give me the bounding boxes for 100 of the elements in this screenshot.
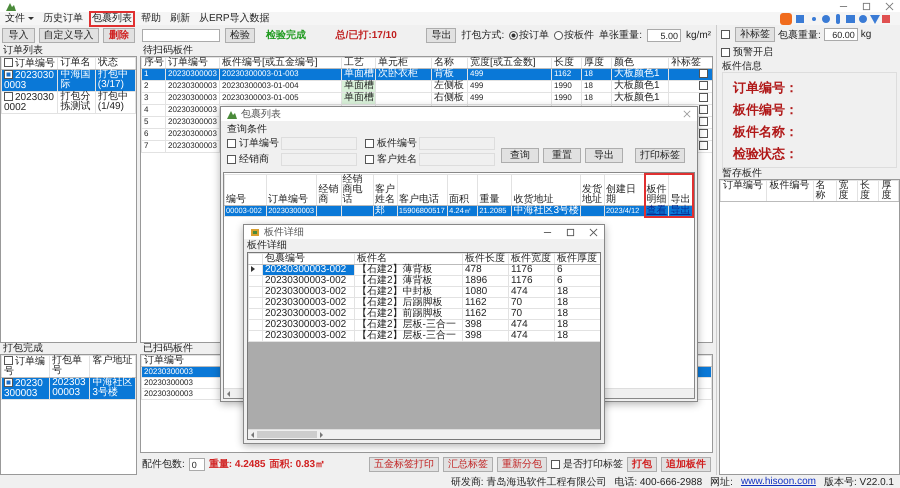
column-header[interactable]: 订单编号 — [266, 174, 317, 205]
maximize-icon[interactable] — [566, 228, 575, 236]
checkbox[interactable] — [699, 129, 708, 138]
section-title: 暂存板件 — [721, 168, 763, 179]
column-header[interactable]: 创建日期 — [604, 174, 645, 205]
checkbox[interactable] — [699, 117, 708, 126]
maximize-icon[interactable] — [862, 2, 871, 10]
query-button[interactable]: 重置 — [543, 148, 581, 163]
column-header[interactable]: 工艺 — [342, 58, 376, 68]
toolbar-button[interactable]: 自定义导入 — [38, 28, 98, 42]
column-header[interactable]: 编号 — [224, 174, 267, 205]
checkbox[interactable] — [4, 70, 13, 79]
supplement-label-button[interactable]: 补标签 — [735, 27, 775, 42]
column-header[interactable]: 订单编号 — [2, 58, 58, 70]
print-label-checkbox[interactable]: 是否打印标签 — [551, 457, 623, 471]
pack-mode-radio[interactable]: 按订单 — [509, 28, 550, 42]
export-button[interactable]: 导出 — [426, 28, 456, 42]
check-button[interactable]: 检验 — [225, 28, 255, 42]
progress-count: 总/已打:17/10 — [334, 28, 398, 42]
column-header[interactable]: 长度 — [858, 180, 879, 202]
table-cell: 5 — [142, 116, 166, 128]
table-cell: 20230300003-002 — [262, 308, 354, 320]
query-button[interactable]: 查询 — [501, 148, 539, 163]
group-title: 板件详细 — [247, 239, 288, 252]
checkbox[interactable] — [4, 356, 13, 365]
column-header[interactable]: 重量 — [478, 174, 512, 205]
column-header[interactable]: 客户电话 — [397, 174, 448, 205]
ime-toolbar-drawing[interactable] — [780, 12, 890, 24]
menu-item[interactable]: 包裹列表 — [91, 12, 133, 24]
column-header[interactable]: 导出 — [668, 174, 693, 205]
menu-item[interactable]: 历史订单 — [42, 12, 84, 24]
weight-total: 重量: 4.2485 — [208, 458, 266, 471]
scroll-left-icon[interactable] — [227, 390, 230, 396]
column-header[interactable]: 厚度 — [878, 180, 898, 202]
menu-item[interactable]: 从ERP导入数据 — [198, 12, 271, 24]
close-icon[interactable] — [885, 2, 894, 10]
checkbox[interactable] — [4, 92, 13, 101]
action-button[interactable]: 汇总标签 — [443, 456, 493, 472]
column-header[interactable]: 名称 — [813, 180, 836, 202]
filter-checkbox[interactable]: 订单编号 — [227, 136, 279, 150]
count-input-field[interactable]: 0 — [188, 458, 205, 470]
table-cell: 打包中(1/49) — [95, 92, 136, 114]
checkbox[interactable] — [699, 141, 708, 150]
checkbox[interactable] — [699, 93, 708, 102]
filter-checkbox[interactable]: 板件编号 — [365, 136, 417, 150]
action-button[interactable]: 追加板件 — [661, 456, 711, 472]
column-header[interactable]: 收货地址 — [512, 174, 580, 205]
column-header[interactable]: 状态 — [95, 58, 136, 70]
checkbox[interactable] — [4, 378, 13, 387]
table-cell: 20230300003 — [166, 140, 220, 152]
table-cell: 20230300003-01-004 — [220, 80, 342, 92]
column-header[interactable]: 打包单号 — [50, 356, 90, 378]
column-header[interactable]: 面积 — [448, 174, 478, 205]
table-cell: 18 — [582, 80, 612, 92]
column-header[interactable]: 订单编号 — [2, 356, 50, 378]
table-cell: 1162 — [462, 308, 508, 320]
menu-item[interactable]: 帮助 — [140, 12, 162, 24]
column-header[interactable]: 订单编号 — [720, 180, 767, 202]
scrollbar[interactable] — [248, 429, 600, 439]
column-header[interactable]: 板件名 — [354, 254, 462, 264]
table-cell: 打包中(3/17) — [95, 70, 136, 92]
filter-checkbox[interactable]: 经销商 — [227, 152, 279, 166]
toolbar-button[interactable]: 导入 — [2, 28, 34, 42]
column-header[interactable]: 客户姓名 — [373, 174, 398, 205]
weight-input-field[interactable]: 5.00 — [647, 28, 681, 42]
column-header[interactable]: 经销商电话 — [341, 174, 374, 205]
column-header[interactable]: 订单编号 — [166, 58, 220, 68]
action-button[interactable]: 重新分包 — [497, 456, 547, 472]
table-cell: 20230300003-002 — [262, 286, 354, 298]
action-button[interactable]: 五金标签打印 — [369, 456, 439, 472]
alarm-checkbox[interactable]: 预警开启 — [721, 45, 773, 59]
query-button[interactable]: 导出 — [585, 148, 623, 163]
column-header[interactable]: 板件编号[或五金编号] — [220, 58, 342, 68]
column-header[interactable]: 经销商 — [316, 174, 342, 205]
checkbox[interactable] — [721, 30, 730, 39]
table-cell: 大板颜色1 — [612, 80, 668, 92]
pack-mode-radio[interactable]: 按板件 — [554, 28, 594, 42]
website-link[interactable]: www.hisoon.com — [740, 476, 816, 487]
column-header[interactable]: 板件明细 — [644, 174, 669, 205]
action-button[interactable]: 打包 — [627, 456, 657, 472]
weight-unit: kg/m² — [686, 30, 711, 40]
checkbox[interactable] — [699, 69, 708, 78]
package-weight-field[interactable]: 60.00 — [824, 28, 858, 41]
checkbox[interactable] — [4, 58, 13, 67]
column-header[interactable]: 板件编号 — [766, 180, 814, 202]
scan-input-field[interactable] — [142, 28, 220, 42]
menu-item[interactable]: 文件 — [4, 12, 35, 24]
column-header[interactable]: 发货地址 — [580, 174, 604, 205]
toolbar-button[interactable]: 删除 — [102, 28, 135, 42]
column-header[interactable]: 名称 — [432, 58, 468, 68]
column-header[interactable]: 订单名 — [58, 58, 96, 70]
checkbox[interactable] — [699, 105, 708, 114]
filter-checkbox[interactable]: 客户姓名 — [365, 152, 417, 166]
table-cell: 大板颜色1 — [612, 92, 668, 104]
checkbox[interactable] — [699, 81, 708, 90]
print-label-button[interactable]: 打印标签 — [635, 148, 685, 163]
column-header[interactable]: 单元柜 — [376, 58, 432, 68]
current-row-icon — [251, 266, 255, 272]
close-icon[interactable] — [589, 228, 598, 236]
menu-item[interactable]: 刷新 — [169, 12, 191, 24]
